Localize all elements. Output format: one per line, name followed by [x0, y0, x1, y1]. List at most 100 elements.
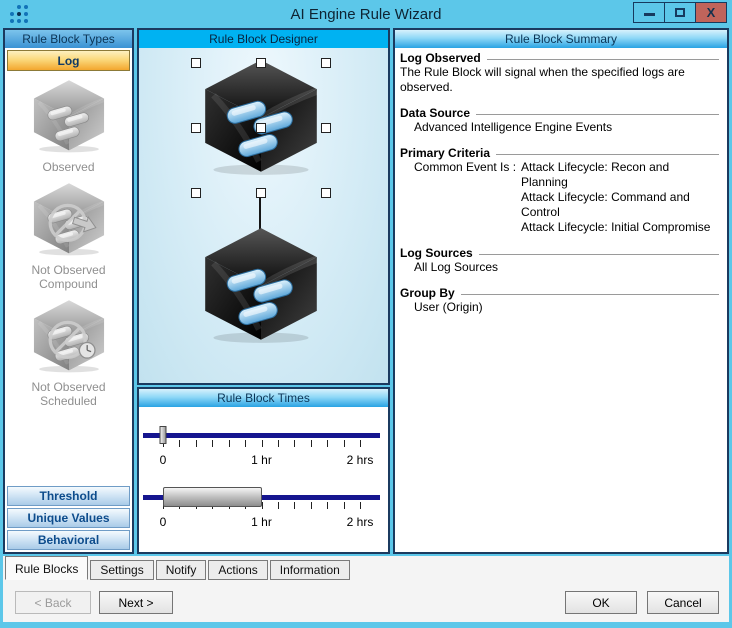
rule-block-types-header: Rule Block Types	[5, 30, 132, 48]
summary-section-log-observed: Log Observed The Rule Block will signal w…	[400, 51, 719, 95]
time-slider-1	[143, 425, 380, 451]
tab-settings[interactable]: Settings	[90, 560, 154, 580]
rule-block-times-body: 0 1 hr 2 hrs 0 1 hr 2 hrs	[139, 407, 388, 552]
heading-rule-line	[476, 113, 719, 115]
window-controls: X	[633, 2, 727, 23]
rule-type-group-buttons: Threshold Unique Values Behavioral	[7, 486, 130, 550]
summary-line: All Log Sources	[414, 260, 499, 274]
slider-tick	[179, 440, 181, 447]
slider-tick	[327, 502, 329, 509]
rule-block-times-header: Rule Block Times	[139, 389, 388, 407]
slider-range-bar[interactable]	[163, 487, 262, 507]
ok-button[interactable]: OK	[565, 591, 637, 614]
slider-tick	[327, 440, 329, 447]
summary-line: User (Origin)	[414, 300, 483, 314]
footer-buttons: < Back Next > OK Cancel	[3, 591, 729, 615]
selection-handle-1-2[interactable]	[321, 123, 331, 133]
selection-handle-2-1[interactable]	[256, 188, 266, 198]
slider-track	[143, 433, 380, 438]
time-slider-block-2: 0 1 hr 2 hrs	[143, 487, 380, 531]
criteria-value: Attack Lifecycle: Recon and Planning	[521, 160, 670, 189]
criteria-values: Attack Lifecycle: Recon and Planning Atta…	[521, 160, 719, 235]
summary-section-primary-criteria: Primary Criteria Common Event Is : Attack …	[400, 146, 719, 235]
selection-handle-1-0[interactable]	[191, 123, 201, 133]
summary-heading-text: Primary Criteria	[400, 146, 491, 160]
rule-block-summary-panel: Rule Block Summary Log Observed The Rule …	[393, 28, 729, 554]
slider-label-1-hr: 1 hr	[251, 515, 272, 529]
criteria-field-label: Common Event Is :	[414, 160, 517, 174]
selection-handle-0-1[interactable]	[256, 58, 266, 68]
rule-block-types-panel: Rule Block Types Log Observed Not Observ…	[3, 28, 134, 554]
minimize-button[interactable]	[633, 2, 665, 23]
rule-block-summary-header: Rule Block Summary	[395, 30, 727, 48]
next-button[interactable]: Next >	[99, 591, 173, 614]
rule-type-label: Not Observed Compound	[31, 263, 106, 291]
slider-labels: 0 1 hr 2 hrs	[159, 515, 374, 531]
rule-block-cube-2[interactable]	[199, 226, 323, 349]
slider-thumb[interactable]	[159, 426, 167, 444]
heading-rule-line	[478, 253, 719, 255]
selection-handle-0-2[interactable]	[321, 58, 331, 68]
maximize-button[interactable]	[664, 2, 696, 23]
rule-block-designer-header: Rule Block Designer	[139, 30, 388, 48]
log-observed-cube-icon	[29, 79, 109, 158]
rule-block-times-panel: Rule Block Times 0 1 hr 2 hrs 0 1 hr 2 hrs	[137, 387, 390, 554]
minimize-icon	[643, 13, 655, 16]
slider-tick	[310, 440, 312, 447]
rule-type-not-observed-compound[interactable]: Not Observed Compound	[14, 182, 124, 291]
slider-tick	[261, 440, 263, 447]
window-title: AI Engine Rule Wizard	[290, 5, 442, 23]
slider-tick	[360, 502, 361, 509]
tab-notify[interactable]: Notify	[155, 560, 207, 580]
summary-heading-text: Data Source	[400, 106, 471, 120]
titlebar: AI Engine Rule Wizard X	[3, 0, 729, 28]
slider-tick	[294, 440, 296, 447]
cancel-button[interactable]: Cancel	[647, 591, 719, 614]
rule-type-not-observed-scheduled[interactable]: Not Observed Scheduled	[14, 299, 124, 408]
selection-handle-1-1[interactable]	[256, 123, 266, 133]
summary-heading-text: Log Sources	[400, 246, 473, 260]
tab-rule-blocks[interactable]: Rule Blocks	[5, 556, 89, 580]
slider-tick	[343, 440, 345, 447]
behavioral-group-button[interactable]: Behavioral	[7, 530, 130, 550]
slider-tick	[195, 440, 197, 447]
summary-section-heading: Log Observed	[400, 51, 719, 65]
threshold-group-button[interactable]: Threshold	[7, 486, 130, 506]
slider-tick	[310, 502, 312, 509]
maximize-icon	[675, 8, 685, 17]
slider-tick	[343, 502, 345, 509]
rule-block-types-body: Log Observed Not Observed Compound Not O…	[5, 48, 132, 552]
log-type-button[interactable]: Log	[7, 50, 130, 71]
slider-tick	[277, 440, 279, 447]
designer-canvas[interactable]	[139, 48, 388, 383]
close-icon: X	[706, 5, 716, 20]
summary-line: The Rule Block will signal when the spec…	[400, 65, 685, 94]
slider-label-2-hrs: 2 hrs	[346, 453, 374, 467]
slider-tick	[294, 502, 296, 509]
time-slider-block-1: 0 1 hr 2 hrs	[143, 425, 380, 469]
slider-tick	[228, 440, 230, 447]
summary-section-heading: Log Sources	[400, 246, 719, 260]
slider-label-0: 0	[159, 515, 167, 529]
rule-block-cube-1[interactable]	[199, 58, 323, 181]
summary-section-heading: Primary Criteria	[400, 146, 719, 160]
back-button[interactable]: < Back	[15, 591, 91, 614]
summary-heading-text: Log Observed	[400, 51, 481, 65]
slider-tick	[212, 440, 214, 447]
rule-block-designer-panel: Rule Block Designer	[137, 28, 390, 385]
primary-criteria-row: Common Event Is : Attack Lifecycle: Recon…	[400, 160, 719, 235]
selection-handle-2-2[interactable]	[321, 188, 331, 198]
selection-handle-2-0[interactable]	[191, 188, 201, 198]
rule-type-observed[interactable]: Observed	[29, 79, 109, 174]
unique-values-group-button[interactable]: Unique Values	[7, 508, 130, 528]
slider-tick	[245, 440, 247, 447]
tab-information[interactable]: Information	[269, 560, 350, 580]
close-button[interactable]: X	[695, 2, 727, 23]
tab-actions[interactable]: Actions	[208, 560, 268, 580]
tab-strip: Rule Blocks Settings Notify Actions Informat…	[3, 556, 729, 580]
ai-engine-rule-wizard-window: AI Engine Rule Wizard X Rule Block Types…	[0, 0, 732, 628]
summary-section-group-by: Group By User (Origin)	[400, 286, 719, 315]
slider-label-1-hr: 1 hr	[251, 453, 272, 467]
selection-handle-0-0[interactable]	[191, 58, 201, 68]
criteria-value: Attack Lifecycle: Command and Control	[521, 190, 690, 219]
